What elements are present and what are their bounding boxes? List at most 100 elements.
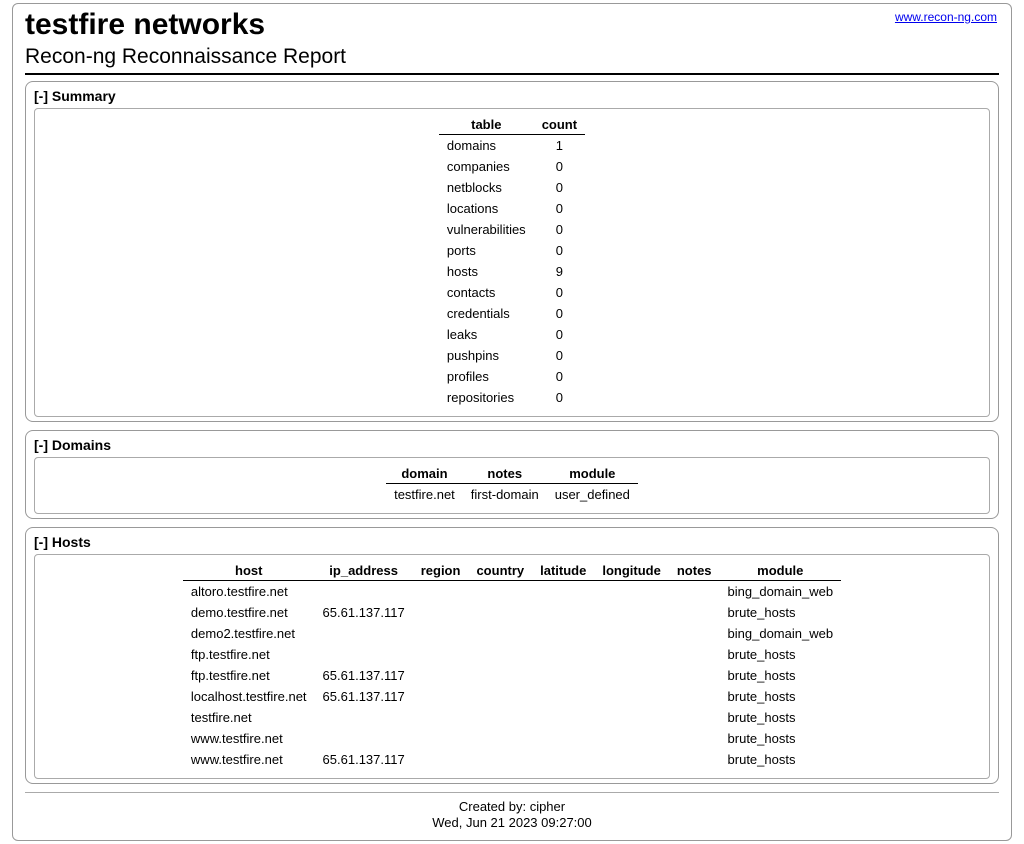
hosts-cell-latitude (532, 644, 594, 665)
summary-cell-count: 1 (534, 134, 585, 156)
table-row: netblocks0 (439, 177, 585, 198)
table-row: www.testfire.netbrute_hosts (183, 728, 841, 749)
hosts-cell-longitude (594, 728, 669, 749)
hosts-cell-latitude (532, 749, 594, 770)
hosts-cell-country (468, 749, 532, 770)
table-row: ftp.testfire.netbrute_hosts (183, 644, 841, 665)
hosts-cell-country (468, 623, 532, 644)
summary-cell-count: 0 (534, 156, 585, 177)
hosts-cell-notes (669, 749, 720, 770)
hosts-cell-notes (669, 580, 720, 602)
hosts-th-latitude: latitude (532, 561, 594, 581)
hosts-cell-longitude (594, 686, 669, 707)
hosts-cell-host: www.testfire.net (183, 728, 315, 749)
hosts-cell-notes (669, 644, 720, 665)
hosts-cell-region (413, 580, 469, 602)
summary-cell-count: 0 (534, 282, 585, 303)
hosts-cell-latitude (532, 686, 594, 707)
summary-th-table: table (439, 115, 534, 135)
hosts-cell-country (468, 707, 532, 728)
hosts-cell-longitude (594, 665, 669, 686)
hosts-table: host ip_address region country latitude … (183, 561, 841, 770)
table-row: demo2.testfire.net bing_domain_web (183, 623, 841, 644)
hosts-cell-ip_address (315, 728, 413, 749)
hosts-cell-module: bing_domain_web (720, 623, 842, 644)
hosts-section: [-] Hosts host ip_address region country… (25, 527, 999, 784)
recon-ng-link[interactable]: www.recon-ng.com (895, 10, 997, 24)
hosts-th-region: region (413, 561, 469, 581)
summary-body: table count domains1companies0netblocks0… (34, 108, 990, 417)
summary-cell-table: repositories (439, 387, 534, 408)
domains-toggle[interactable]: [-] Domains (34, 435, 990, 457)
domains-table: domain notes module testfire.netfirst-do… (386, 464, 638, 505)
hosts-cell-longitude (594, 602, 669, 623)
summary-cell-table: credentials (439, 303, 534, 324)
table-row: ports0 (439, 240, 585, 261)
hosts-cell-notes (669, 686, 720, 707)
hosts-cell-module: brute_hosts (720, 707, 842, 728)
hosts-cell-module: bing_domain_web (720, 580, 842, 602)
hosts-th-notes: notes (669, 561, 720, 581)
hosts-th-ip: ip_address (315, 561, 413, 581)
hosts-cell-country (468, 686, 532, 707)
table-row: profiles0 (439, 366, 585, 387)
hosts-cell-country (468, 644, 532, 665)
table-row: testfire.net brute_hosts (183, 707, 841, 728)
table-row: vulnerabilities0 (439, 219, 585, 240)
table-row: ftp.testfire.net65.61.137.117brute_hosts (183, 665, 841, 686)
hosts-cell-region (413, 644, 469, 665)
hosts-cell-latitude (532, 665, 594, 686)
report-subtitle: Recon-ng Reconnaissance Report (25, 45, 999, 69)
hosts-cell-country (468, 665, 532, 686)
hosts-cell-module: brute_hosts (720, 602, 842, 623)
summary-cell-table: locations (439, 198, 534, 219)
summary-cell-table: domains (439, 134, 534, 156)
hosts-cell-latitude (532, 707, 594, 728)
table-row: hosts9 (439, 261, 585, 282)
hosts-cell-ip_address: 65.61.137.117 (315, 749, 413, 770)
hosts-cell-module: brute_hosts (720, 686, 842, 707)
hosts-cell-ip_address: 65.61.137.117 (315, 665, 413, 686)
summary-cell-table: companies (439, 156, 534, 177)
domains-cell-module: user_defined (547, 483, 638, 505)
table-row: localhost.testfire.net65.61.137.117brute… (183, 686, 841, 707)
hosts-cell-latitude (532, 623, 594, 644)
hosts-cell-notes (669, 623, 720, 644)
hosts-cell-notes (669, 602, 720, 623)
hosts-cell-ip_address (315, 623, 413, 644)
hosts-cell-region (413, 707, 469, 728)
table-row: companies0 (439, 156, 585, 177)
report-container: www.recon-ng.com testfire networks Recon… (12, 3, 1012, 841)
summary-section: [-] Summary table count domains1companie… (25, 81, 999, 422)
summary-cell-table: contacts (439, 282, 534, 303)
domains-body: domain notes module testfire.netfirst-do… (34, 457, 990, 514)
hosts-cell-host: demo2.testfire.net (183, 623, 315, 644)
hosts-cell-region (413, 728, 469, 749)
hosts-cell-ip_address: 65.61.137.117 (315, 602, 413, 623)
summary-toggle[interactable]: [-] Summary (34, 86, 990, 108)
hosts-cell-host: testfire.net (183, 707, 315, 728)
hosts-cell-host: localhost.testfire.net (183, 686, 315, 707)
domains-th-module: module (547, 464, 638, 484)
table-row: contacts0 (439, 282, 585, 303)
hosts-cell-region (413, 602, 469, 623)
table-row: domains1 (439, 134, 585, 156)
hosts-cell-notes (669, 707, 720, 728)
summary-th-count: count (534, 115, 585, 135)
hosts-cell-country (468, 728, 532, 749)
table-row: credentials0 (439, 303, 585, 324)
hosts-cell-ip_address (315, 707, 413, 728)
hosts-cell-longitude (594, 749, 669, 770)
hosts-th-country: country (468, 561, 532, 581)
summary-cell-count: 0 (534, 387, 585, 408)
summary-cell-count: 9 (534, 261, 585, 282)
summary-cell-table: vulnerabilities (439, 219, 534, 240)
table-row: locations0 (439, 198, 585, 219)
title-divider (25, 73, 999, 75)
summary-cell-count: 0 (534, 198, 585, 219)
hosts-cell-host: ftp.testfire.net (183, 665, 315, 686)
footer-created: Created by: cipher (25, 799, 999, 816)
table-row: demo.testfire.net65.61.137.117brute_host… (183, 602, 841, 623)
domains-th-notes: notes (463, 464, 547, 484)
hosts-toggle[interactable]: [-] Hosts (34, 532, 990, 554)
